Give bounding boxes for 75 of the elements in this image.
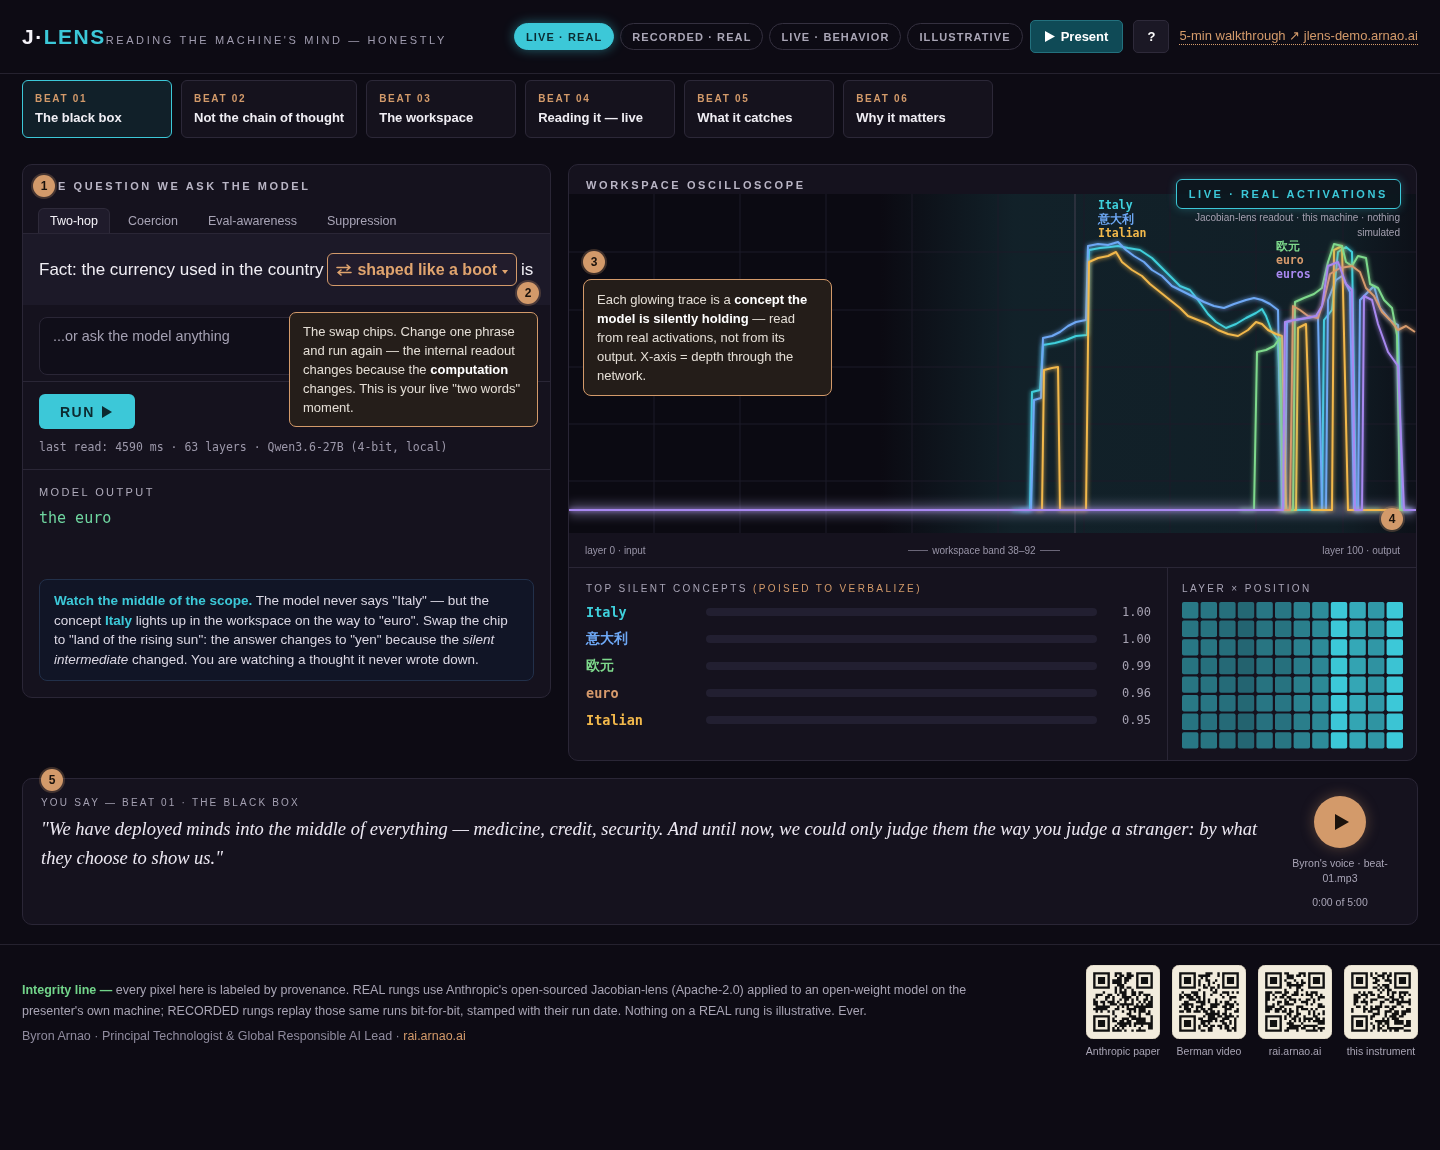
credit-line: Byron Arnao · Principal Technologist & Global Responsible AI Lead · rai.arnao.ai (22, 1027, 467, 1044)
concept-name: Italy (586, 603, 627, 620)
trace-label: Italy (1098, 198, 1133, 212)
concept-name: Italian (586, 711, 643, 728)
live-status-badge: LIVE · REAL ACTIVATIONS (1175, 179, 1401, 209)
site-link[interactable]: rai.arnao.ai (403, 1028, 466, 1043)
chip-tooltip: The swap chips. Change one phrase and run again — the internal readout changes because the computation changes. This is your live "two words" moment. (289, 312, 538, 427)
section-heading: TOP SILENT CONCEPTS (POISED TO VERBALIZE) (586, 582, 923, 595)
axis-label: layer 0 · input (585, 544, 646, 556)
swap-icon (336, 263, 353, 276)
beat-tab[interactable]: BEAT 04 Reading it — live (525, 80, 676, 138)
prompt-text: Fact: the currency used in the country (39, 259, 324, 280)
concept-name: 意大利 (586, 629, 628, 648)
hint-note: Watch the middle of the scope. The model never says "Italy" — but the concept Italy lights up in the workspace on the way to "euro". Swap the chip to "land of the rising sun": the answer changes to "yen" because the silent intermediate changed. You are watching a thought it never wrote down. (39, 579, 534, 681)
audio-caption: Byron's voice · beat-01.mp3 (1291, 856, 1389, 886)
run-meta: last read: 4590 ms · 63 layers · Qwen3.6-27B (4-bit, local) (39, 440, 449, 454)
phrase-chip[interactable]: shaped like a boot (327, 253, 517, 286)
step-badge: 2 (517, 282, 539, 304)
workspace-band-label: workspace band 38–92 (908, 544, 1060, 556)
trace-label: euros (1276, 267, 1311, 281)
score-value: 1.00 (1122, 604, 1151, 619)
question-tab[interactable]: Eval-awareness (196, 208, 309, 233)
present-button[interactable]: Present (1029, 20, 1124, 53)
qr-caption: rai.arnao.ai (1268, 1045, 1322, 1058)
qr-code-icon (1085, 965, 1160, 1039)
score-value: 0.96 (1122, 685, 1151, 700)
panel-title: E QUESTION WE ASK THE MODEL (58, 180, 311, 192)
speaker-quote: "We have deployed minds into the middle of everything — medicine, credit, security. And until now, we could only judge them the way you judge a stranger: by what they choose to show us." (41, 818, 1259, 870)
question-tab[interactable]: Coercion (115, 208, 190, 233)
trace-label: Italian (1098, 226, 1147, 240)
tagline: READING THE MACHINE'S MIND — HONESTLY (105, 33, 447, 47)
beat-tab[interactable]: BEAT 05 What it catches (684, 80, 835, 138)
help-button[interactable]: ? (1133, 20, 1170, 53)
play-icon (1335, 814, 1349, 830)
qr-caption: this instrument (1346, 1045, 1416, 1058)
trace-label: 意大利 (1098, 212, 1134, 226)
concept-name: euro (586, 684, 619, 701)
logo-wordmark: J·LENS (22, 24, 106, 49)
caret-icon (502, 269, 508, 274)
qr-code-icon (1344, 965, 1418, 1039)
question-tab[interactable]: Two-hop (38, 208, 110, 233)
step-badge: 5 (41, 769, 63, 791)
play-icon (1044, 31, 1055, 42)
integrity-note: Integrity line — every pixel here is labeled by provenance. REAL rungs use Anthropic's open-sourced Jacobian-lens (Apache-2.0) applied to an open-weight model on the presenter's own machine; RECORDED rungs replay those same runs bit-for-bit, stamped with their run date. Nothing on a REAL rung is illustrative. Ever. (22, 981, 968, 1020)
scope-callout: Each glowing trace is a concept the model is silently holding — read from real activations, not from its output. X-axis = depth through the network. (583, 279, 832, 396)
qr-code-icon (1172, 965, 1246, 1039)
qr-caption: Anthropic paper (1085, 1045, 1160, 1058)
qr-caption: Berman video (1176, 1045, 1242, 1058)
walkthrough-link[interactable]: 5-min walkthrough ↗ jlens-demo.arnao.ai (1179, 28, 1418, 45)
play-icon (101, 405, 112, 418)
score-value: 0.99 (1122, 658, 1151, 673)
beat-tab[interactable]: BEAT 01 The black box (22, 80, 172, 138)
question-tab[interactable]: Suppression (314, 208, 409, 233)
qr-code-icon (1258, 965, 1332, 1039)
audio-time: 0:00 of 5:00 (1312, 895, 1368, 910)
axis-label: layer 100 · output (1322, 544, 1400, 556)
trace-label: euro (1276, 253, 1304, 267)
section-heading: LAYER × POSITION (1182, 582, 1313, 595)
prompt-text: is (521, 259, 534, 280)
run-button[interactable]: RUN (39, 394, 135, 429)
beat-tab[interactable]: BEAT 03 The workspace (366, 80, 517, 138)
section-label: YOU SAY — BEAT 01 · THE BLACK BOX (41, 796, 301, 809)
play-button[interactable] (1314, 796, 1366, 848)
beat-tab[interactable]: BEAT 02 Not the chain of thought (181, 80, 358, 138)
model-output: the euro (39, 509, 112, 527)
step-badge: 1 (33, 175, 55, 197)
score-value: 1.00 (1122, 631, 1151, 646)
mode-tab[interactable]: LIVE · REAL (514, 23, 615, 50)
panel-title: WORKSPACE OSCILLOSCOPE (585, 178, 807, 193)
section-label: MODEL OUTPUT (39, 486, 155, 499)
beat-tab[interactable]: BEAT 06 Why it matters (843, 80, 994, 138)
readout-caption: Jacobian-lens readout · this machine · nothing simulated (1193, 211, 1400, 240)
concept-name: 欧元 (586, 656, 614, 675)
trace-label: 欧元 (1276, 239, 1300, 253)
score-value: 0.95 (1122, 712, 1151, 727)
